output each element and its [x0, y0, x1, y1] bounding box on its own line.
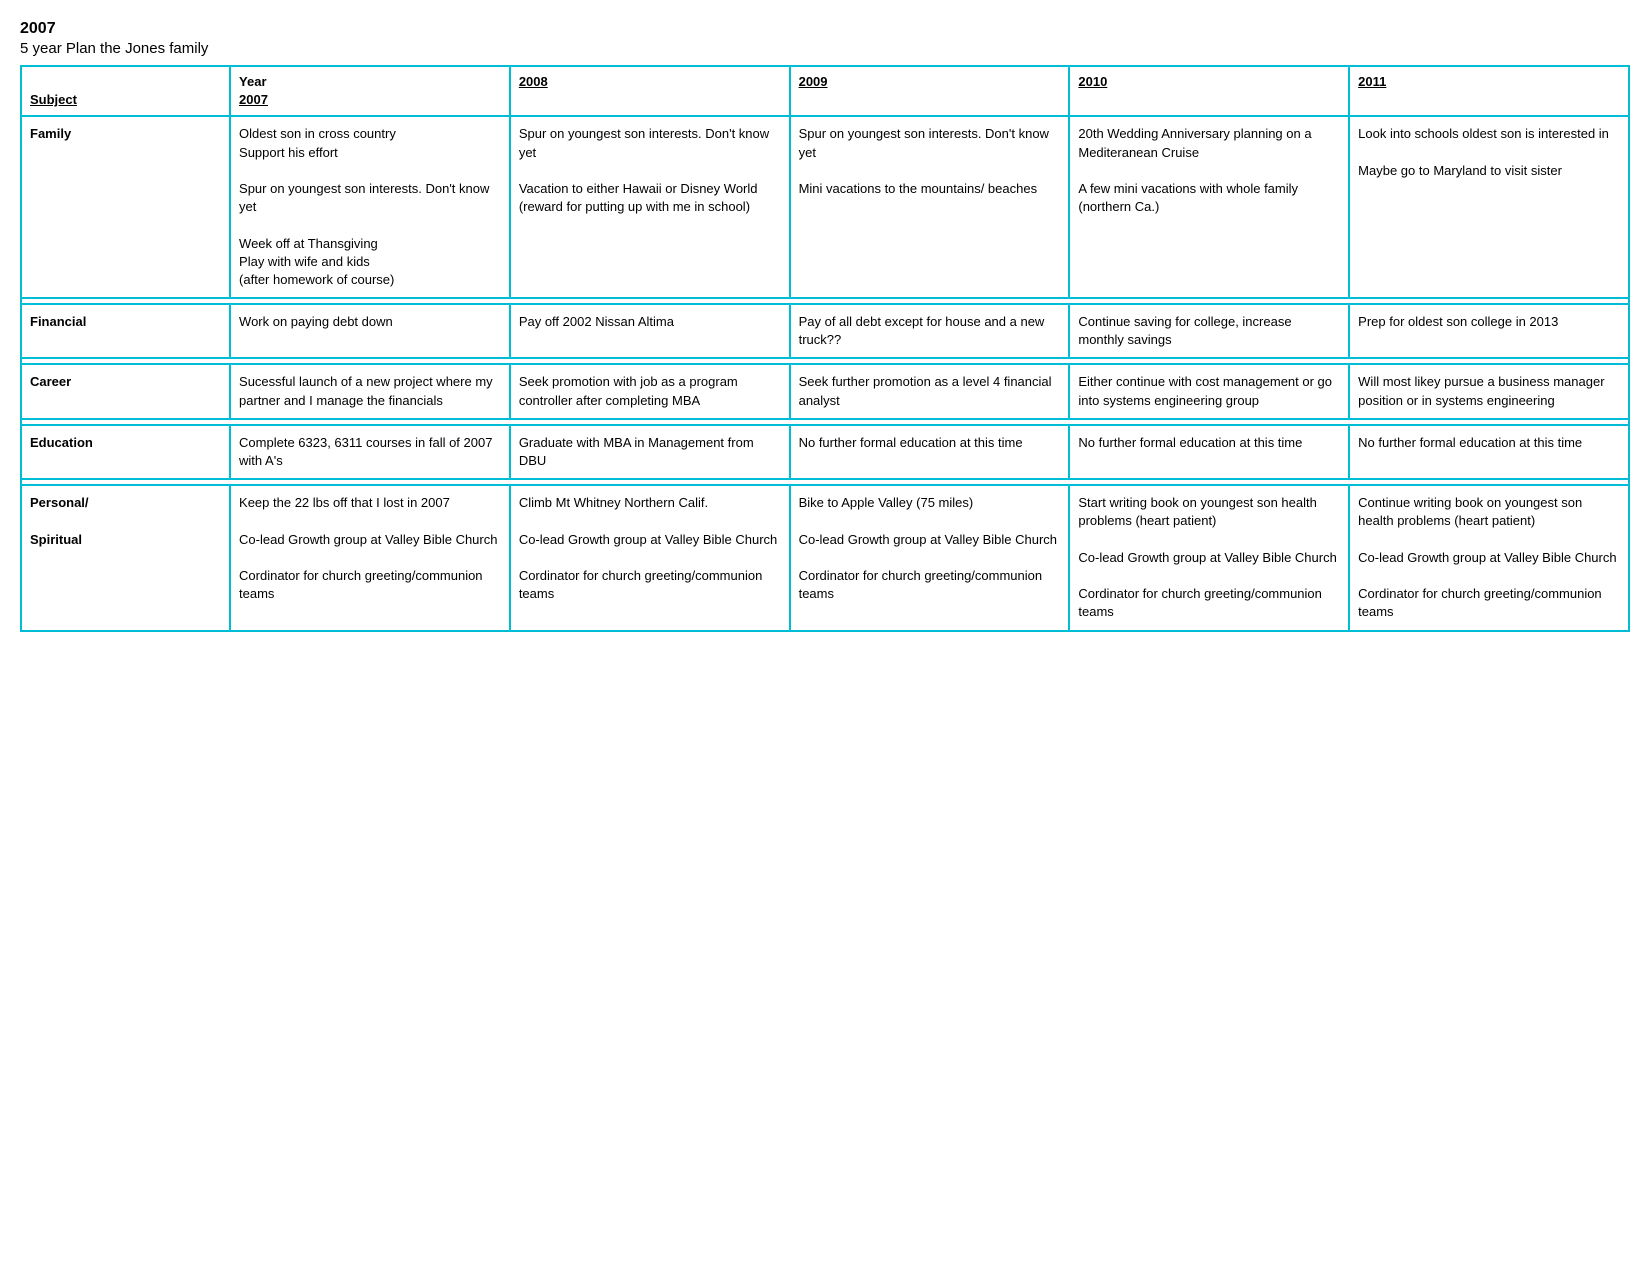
- header-row: Subject Year 2007 2008 2009 2010 2011: [21, 66, 1629, 116]
- doc-title: 2007: [20, 20, 1630, 38]
- financial-2010: Continue saving for college, increase mo…: [1069, 304, 1349, 358]
- personal-2009: Bike to Apple Valley (75 miles)Co-lead G…: [790, 485, 1070, 630]
- year-2007-header: Year 2007: [230, 66, 510, 116]
- year-word: Year: [239, 74, 266, 89]
- year-2009-header: 2009: [790, 66, 1070, 116]
- family-2009: Spur on youngest son interests. Don't kn…: [790, 116, 1070, 298]
- financial-2008: Pay off 2002 Nissan Altima: [510, 304, 790, 358]
- family-2010: 20th Wedding Anniversary planning on a M…: [1069, 116, 1349, 298]
- career-row: Career Sucessful launch of a new project…: [21, 364, 1629, 418]
- financial-row: Financial Work on paying debt down Pay o…: [21, 304, 1629, 358]
- personal-label: Personal/: [30, 495, 89, 510]
- career-2011: Will most likey pursue a business manage…: [1349, 364, 1629, 418]
- education-2011: No further formal education at this time: [1349, 425, 1629, 479]
- financial-2011: Prep for oldest son college in 2013: [1349, 304, 1629, 358]
- year-2011-header: 2011: [1349, 66, 1629, 116]
- year-2010-header: 2010: [1069, 66, 1349, 116]
- education-2010: No further formal education at this time: [1069, 425, 1349, 479]
- financial-2009: Pay of all debt except for house and a n…: [790, 304, 1070, 358]
- doc-subtitle: 5 year Plan the Jones family: [20, 40, 1630, 57]
- family-2011: Look into schools oldest son is interest…: [1349, 116, 1629, 298]
- education-2009: No further formal education at this time: [790, 425, 1070, 479]
- personal-2010: Start writing book on youngest son healt…: [1069, 485, 1349, 630]
- financial-label: Financial: [21, 304, 230, 358]
- family-label: Family: [21, 116, 230, 298]
- career-2010: Either continue with cost management or …: [1069, 364, 1349, 418]
- personal-2007: Keep the 22 lbs off that I lost in 2007C…: [230, 485, 510, 630]
- year-2009-num: 2009: [799, 74, 828, 89]
- subject-label: Subject: [30, 92, 77, 107]
- personal-spiritual-label: Personal/ Spiritual: [21, 485, 230, 630]
- year-2008-header: 2008: [510, 66, 790, 116]
- year-2011-num: 2011: [1358, 74, 1386, 89]
- personal-2011: Continue writing book on youngest son he…: [1349, 485, 1629, 630]
- spiritual-label: Spiritual: [30, 532, 82, 547]
- family-2008: Spur on youngest son interests. Don't kn…: [510, 116, 790, 298]
- personal-2008: Climb Mt Whitney Northern Calif.Co-lead …: [510, 485, 790, 630]
- education-2008: Graduate with MBA in Management from DBU: [510, 425, 790, 479]
- education-2007: Complete 6323, 6311 courses in fall of 2…: [230, 425, 510, 479]
- education-label: Education: [21, 425, 230, 479]
- family-2007: Oldest son in cross countrySupport his e…: [230, 116, 510, 298]
- career-2008: Seek promotion with job as a program con…: [510, 364, 790, 418]
- family-row: Family Oldest son in cross countrySuppor…: [21, 116, 1629, 298]
- career-label: Career: [21, 364, 230, 418]
- year-2010-num: 2010: [1078, 74, 1107, 89]
- personal-spiritual-row: Personal/ Spiritual Keep the 22 lbs off …: [21, 485, 1629, 630]
- year-2008-num: 2008: [519, 74, 548, 89]
- subject-header: Subject: [21, 66, 230, 116]
- year-label: [30, 74, 34, 89]
- year-2007-num: 2007: [239, 92, 268, 107]
- career-2009: Seek further promotion as a level 4 fina…: [790, 364, 1070, 418]
- financial-2007: Work on paying debt down: [230, 304, 510, 358]
- education-row: Education Complete 6323, 6311 courses in…: [21, 425, 1629, 479]
- career-2007: Sucessful launch of a new project where …: [230, 364, 510, 418]
